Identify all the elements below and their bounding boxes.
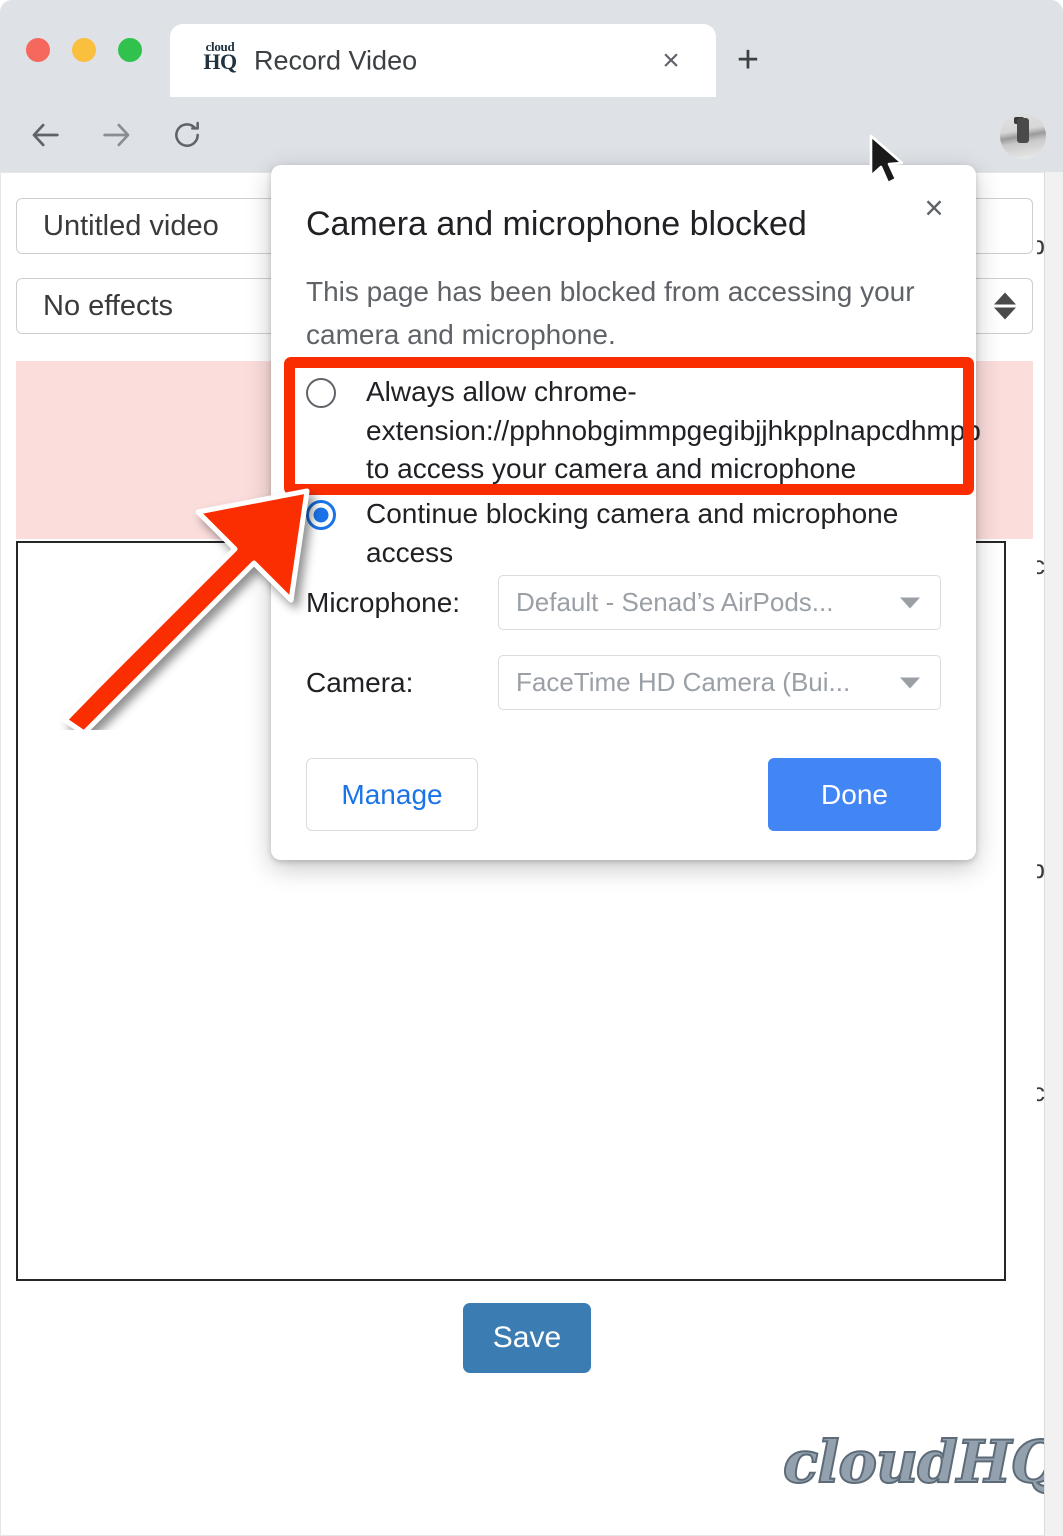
window-minimize-button[interactable] xyxy=(72,38,96,62)
camera-select[interactable]: FaceTime HD Camera (Bui... xyxy=(498,655,941,710)
favicon-bottom-text: HQ xyxy=(203,49,237,74)
radio-icon-unchecked[interactable] xyxy=(306,378,336,408)
back-arrow-icon[interactable] xyxy=(24,113,68,157)
browser-chrome: cloud HQ Record Video × + xyxy=(0,0,1063,172)
camera-label: Camera: xyxy=(306,666,414,698)
radio-option-continue-blocking[interactable]: Continue blocking camera and microphone … xyxy=(306,495,936,572)
done-button[interactable]: Done xyxy=(768,758,941,831)
window-traffic-lights xyxy=(26,38,142,62)
microphone-row: Microphone: Default - Senad’s AirPods... xyxy=(306,575,941,630)
cloudhq-logo: cloudHQ® xyxy=(782,1427,1063,1497)
profile-avatar[interactable] xyxy=(1000,113,1046,159)
close-icon[interactable]: × xyxy=(912,185,956,229)
manage-button[interactable]: Manage xyxy=(306,758,478,831)
spinner-arrows-icon[interactable] xyxy=(994,292,1016,320)
camera-row: Camera: FaceTime HD Camera (Bui... xyxy=(306,655,941,710)
camera-selected-value: FaceTime HD Camera (Bui... xyxy=(516,667,851,697)
radio-option-always-allow[interactable]: Always allow chrome-extension://pphnobgi… xyxy=(306,373,981,489)
radio-option-label: Continue blocking camera and microphone … xyxy=(366,498,899,568)
new-tab-icon[interactable]: + xyxy=(730,41,766,79)
microphone-label: Microphone: xyxy=(306,586,461,618)
edge-text-fragment: b xyxy=(1037,230,1045,260)
reload-icon[interactable] xyxy=(165,113,209,157)
dialog-description: This page has been blocked from accessin… xyxy=(306,276,915,351)
window-close-button[interactable] xyxy=(26,38,50,62)
spinner-up-icon[interactable] xyxy=(994,292,1016,305)
edge-text-fragment: b xyxy=(1037,854,1045,884)
save-button[interactable]: Save xyxy=(463,1303,591,1373)
radio-option-label: Always allow chrome-extension://pphnobgi… xyxy=(366,376,981,485)
page-scrollbar[interactable] xyxy=(1044,172,1063,1536)
window-maximize-button[interactable] xyxy=(118,38,142,62)
radio-icon-checked[interactable] xyxy=(306,500,336,530)
chevron-down-icon[interactable] xyxy=(900,677,920,688)
dialog-title: Camera and microphone blocked xyxy=(306,205,807,243)
microphone-select[interactable]: Default - Senad’s AirPods... xyxy=(498,575,941,630)
chevron-down-icon[interactable] xyxy=(900,597,920,608)
camera-microphone-permission-dialog: × Camera and microphone blocked This pag… xyxy=(271,165,981,860)
forward-arrow-icon[interactable] xyxy=(94,113,138,157)
spinner-down-icon[interactable] xyxy=(994,307,1016,320)
microphone-selected-value: Default - Senad’s AirPods... xyxy=(516,587,834,617)
edge-text-fragment: c xyxy=(1037,1077,1045,1107)
browser-toolbar: Send Video E chrome-extensio... xyxy=(0,97,1063,172)
edge-text-fragment: c xyxy=(1037,550,1045,580)
tab-title: Record Video xyxy=(254,45,418,75)
cloudhq-logo-text: cloudHQ xyxy=(782,1427,1062,1497)
close-icon[interactable]: × xyxy=(654,44,688,78)
cloudhq-favicon: cloud HQ xyxy=(198,40,242,73)
effects-value: No effects xyxy=(43,289,174,322)
video-title-value: Untitled video xyxy=(43,209,219,242)
avatar-detail-body xyxy=(1017,117,1029,144)
tab-strip: cloud HQ Record Video × + xyxy=(0,0,1063,97)
browser-tab[interactable]: cloud HQ Record Video × xyxy=(170,24,716,97)
